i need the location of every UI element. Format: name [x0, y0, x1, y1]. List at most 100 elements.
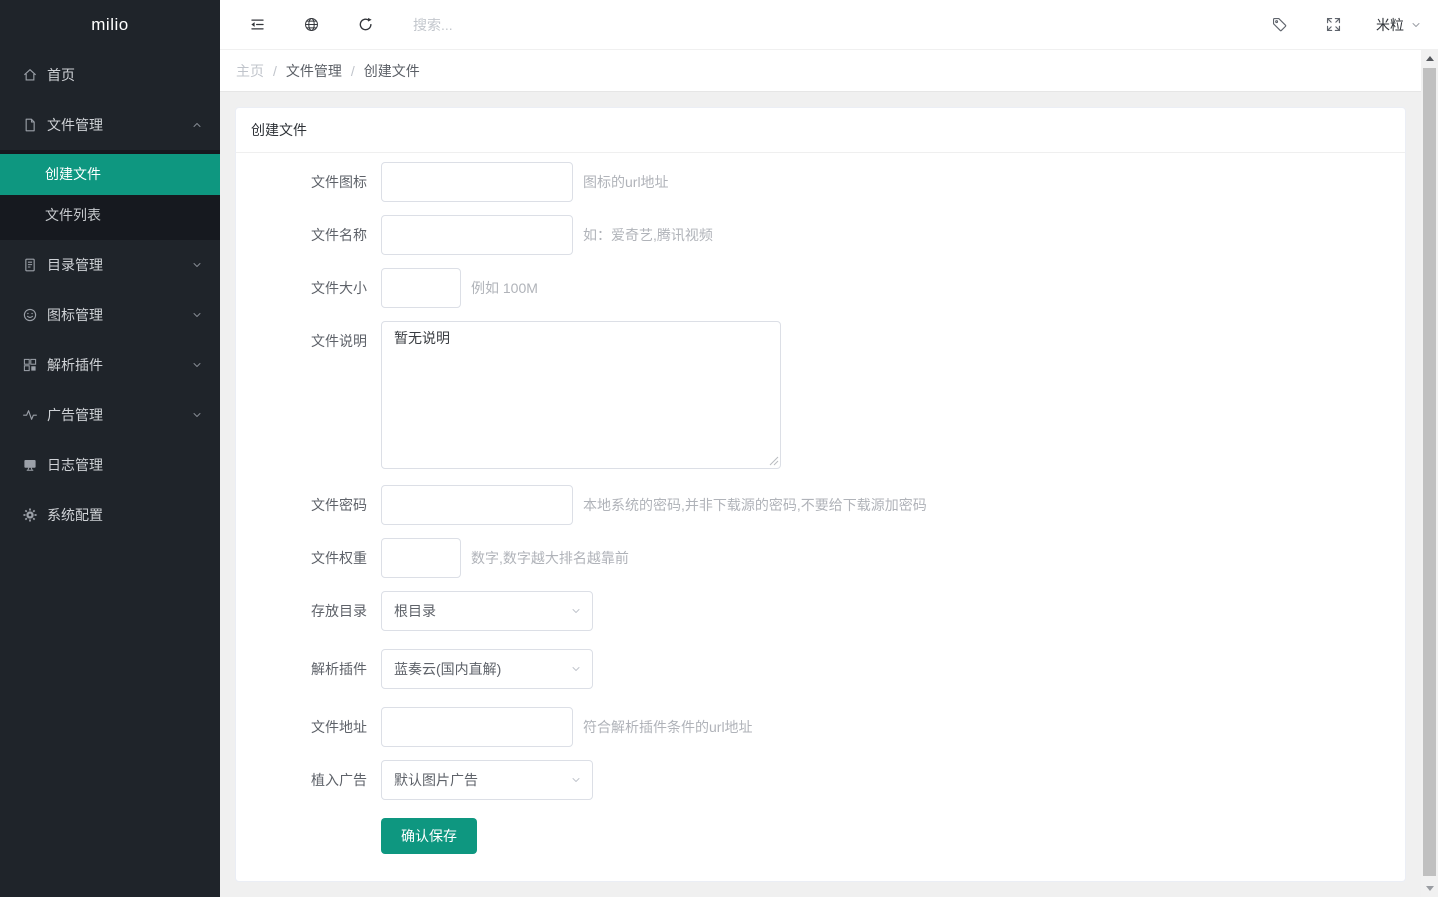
sidebar-item-ad-management[interactable]: 广告管理	[0, 390, 220, 440]
form-row-file-url: 文件地址符合解析插件条件的url地址	[236, 707, 1405, 747]
chevron-down-icon	[191, 259, 203, 271]
breadcrumb: 主页 / 文件管理 / 创建文件	[220, 50, 1421, 92]
confirm-save-button[interactable]: 确认保存	[381, 818, 477, 854]
scrollbar-thumb[interactable]	[1423, 68, 1436, 876]
field-hint: 图标的url地址	[583, 162, 669, 202]
breadcrumb-item[interactable]: 主页	[236, 61, 264, 81]
refresh-icon[interactable]	[357, 16, 374, 33]
sidebar-subitem-create-file[interactable]: 创建文件	[0, 154, 220, 195]
file-icon	[22, 117, 38, 133]
form-row-file-name: 文件名称如：爱奇艺,腾讯视频	[236, 215, 1405, 255]
form-row-file-password: 文件密码 本地系统的密码,并非下载源的密码,不要给下载源加密码	[236, 485, 1405, 525]
file-url-input[interactable]	[381, 707, 573, 747]
field-control	[381, 215, 573, 255]
sidebar-subitem-file-list[interactable]: 文件列表	[0, 195, 220, 236]
sidebar-item-log-management[interactable]: 日志管理	[0, 440, 220, 490]
sidebar-item-system-config[interactable]: 系统配置	[0, 490, 220, 540]
field-hint: 数字,数字越大排名越靠前	[471, 538, 629, 578]
create-file-form: 文件图标 图标的url地址文件名称如：爱奇艺,腾讯视频文件大小 例如 100M 文件说…	[236, 162, 1405, 800]
scroll-down-arrow-icon[interactable]	[1421, 880, 1438, 897]
chevron-down-icon	[570, 774, 582, 786]
field-label-file-password: 文件密码	[236, 485, 381, 514]
collapse-sidebar-icon[interactable]	[249, 16, 266, 33]
field-label-storage-directory: 存放目录	[236, 591, 381, 620]
sidebar-item-parse-plugins[interactable]: 解析插件	[0, 340, 220, 390]
blocks-icon	[22, 357, 38, 373]
chevron-down-icon	[1410, 19, 1422, 31]
sidebar-item-home[interactable]: 首页	[0, 50, 220, 100]
field-label-file-description: 文件说明	[236, 321, 381, 350]
tag-icon[interactable]	[1271, 16, 1288, 33]
main-area: 米粒 主页 / 文件管理 / 创建文件 创建文件 文件图标 图标的url地址文件名称如：爱…	[220, 0, 1438, 897]
sidebar-item-label: 解析插件	[47, 355, 103, 375]
storage-directory-select[interactable]: 根目录	[381, 591, 593, 631]
file-weight-input[interactable]	[381, 538, 461, 578]
field-hint: 例如 100M	[471, 268, 538, 308]
sidebar-item-label: 首页	[47, 65, 75, 85]
form-row-file-size: 文件大小 例如 100M	[236, 268, 1405, 308]
chevron-down-icon	[570, 605, 582, 617]
user-menu[interactable]: 米粒	[1376, 15, 1428, 35]
field-label-file-icon: 文件图标	[236, 162, 381, 191]
field-control: 默认图片广告	[381, 760, 593, 800]
app-logo: milio	[0, 0, 220, 50]
resize-handle-icon[interactable]	[769, 456, 779, 466]
vertical-scrollbar[interactable]	[1421, 50, 1438, 897]
file-password-input[interactable]	[381, 485, 573, 525]
embed-ad-select[interactable]: 默认图片广告	[381, 760, 593, 800]
chevron-down-icon	[570, 663, 582, 675]
field-control	[381, 162, 573, 202]
form-row-file-icon: 文件图标 图标的url地址	[236, 162, 1405, 202]
field-control	[381, 268, 461, 308]
app-root: milio 首页文件管理创建文件文件列表目录管理图标管理解析插件广告管理日志管理…	[0, 0, 1438, 897]
chevron-down-icon	[191, 409, 203, 421]
user-name: 米粒	[1376, 15, 1404, 35]
sidebar-item-directory-management[interactable]: 目录管理	[0, 240, 220, 290]
field-control	[381, 707, 573, 747]
gear-icon	[22, 507, 38, 523]
sidebar-item-label: 图标管理	[47, 305, 103, 325]
breadcrumb-item: 文件管理	[286, 61, 342, 81]
field-hint: 符合解析插件条件的url地址	[583, 707, 753, 747]
file-icon-input[interactable]	[381, 162, 573, 202]
form-row-file-description: 文件说明暂无说明	[236, 321, 1405, 469]
sidebar-item-file-management[interactable]: 文件管理	[0, 100, 220, 150]
form-row-embed-ad: 植入广告默认图片广告	[236, 760, 1405, 800]
breadcrumb-separator: /	[351, 63, 355, 79]
sidebar-item-icon-management[interactable]: 图标管理	[0, 290, 220, 340]
select-value: 默认图片广告	[394, 770, 570, 790]
field-label-file-weight: 文件权重	[236, 538, 381, 567]
parse-plugin-select[interactable]: 蓝奏云(国内直解)	[381, 649, 593, 689]
file-description-textarea[interactable]: 暂无说明	[381, 321, 781, 469]
sidebar-item-label: 广告管理	[47, 405, 103, 425]
field-label-parse-plugin: 解析插件	[236, 649, 381, 678]
fullscreen-icon[interactable]	[1325, 16, 1342, 33]
field-label-file-name: 文件名称	[236, 215, 381, 244]
globe-icon[interactable]	[303, 16, 320, 33]
create-file-card: 创建文件 文件图标 图标的url地址文件名称如：爱奇艺,腾讯视频文件大小 例如 10…	[235, 107, 1406, 882]
form-row-parse-plugin: 解析插件蓝奏云(国内直解)	[236, 649, 1405, 689]
field-hint: 本地系统的密码,并非下载源的密码,不要给下载源加密码	[583, 485, 927, 525]
submenu-file-management: 创建文件文件列表	[0, 150, 220, 240]
card-title: 创建文件	[236, 108, 1405, 153]
breadcrumb-item: 创建文件	[364, 61, 420, 81]
breadcrumb-separator: /	[273, 63, 277, 79]
chevron-up-icon	[191, 119, 203, 131]
notebook-icon	[22, 257, 38, 273]
submit-row: 确认保存	[236, 818, 1405, 854]
select-value: 蓝奏云(国内直解)	[394, 659, 570, 679]
sidebar-item-label: 文件管理	[47, 115, 103, 135]
sidebar-item-label: 日志管理	[47, 455, 103, 475]
sidebar-menu: 首页文件管理创建文件文件列表目录管理图标管理解析插件广告管理日志管理系统配置	[0, 50, 220, 897]
home-icon	[22, 67, 38, 83]
sidebar: milio 首页文件管理创建文件文件列表目录管理图标管理解析插件广告管理日志管理…	[0, 0, 220, 897]
chevron-down-icon	[191, 309, 203, 321]
field-label-file-size: 文件大小	[236, 268, 381, 297]
chevron-down-icon	[191, 359, 203, 371]
field-label-embed-ad: 植入广告	[236, 760, 381, 789]
file-size-input[interactable]	[381, 268, 461, 308]
field-control	[381, 485, 573, 525]
file-name-input[interactable]	[381, 215, 573, 255]
scroll-up-arrow-icon[interactable]	[1421, 50, 1438, 67]
search-input[interactable]	[411, 16, 635, 34]
